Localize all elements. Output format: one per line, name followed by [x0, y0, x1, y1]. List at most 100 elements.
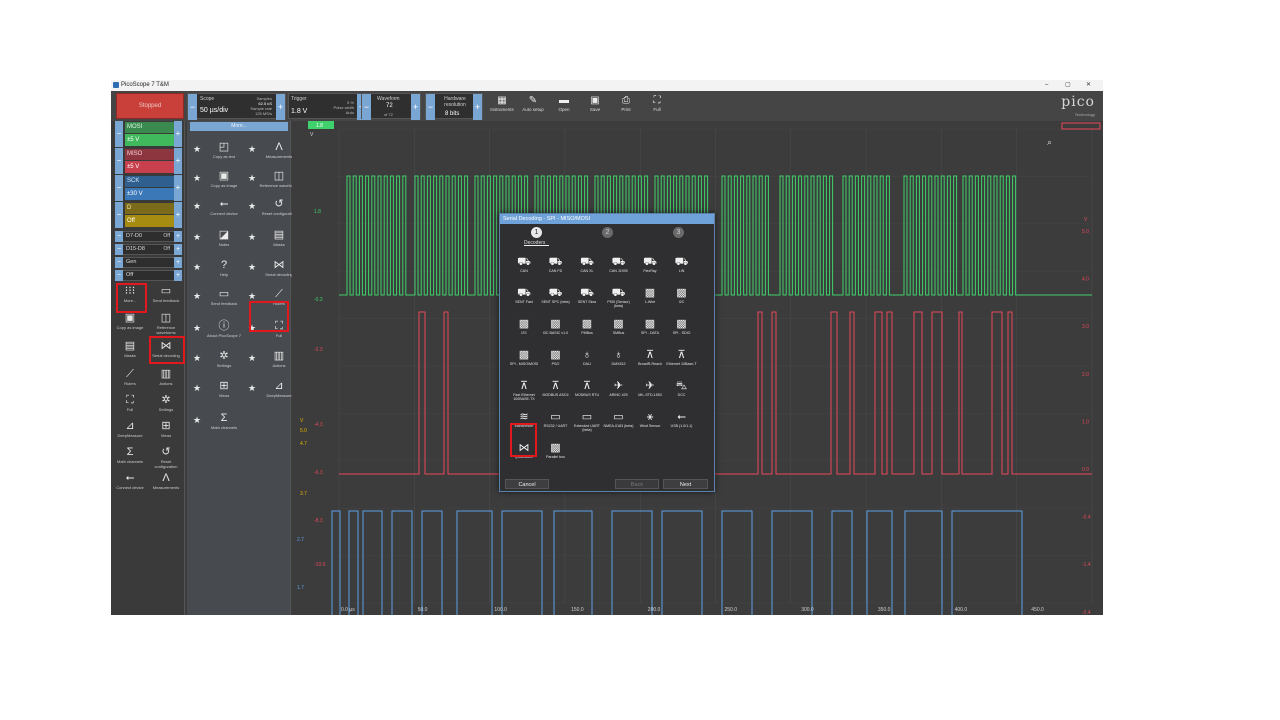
open-button[interactable]: ▬ Open	[549, 95, 579, 112]
reference-waveforms-button[interactable]: ◫ Reference waveforms	[149, 311, 183, 335]
views-button[interactable]: ⊞ Views	[149, 419, 183, 438]
decoder-usb-1-0-1-1-[interactable]: ⭠ USB (1.0/1.1)	[666, 410, 698, 428]
decoder-ethernet-10base-t[interactable]: ⊼ Ethernet 10Base-T	[666, 348, 698, 366]
favorite-star-icon[interactable]: ★	[248, 173, 256, 184]
more-item-help[interactable]: ? Help	[204, 258, 244, 277]
decoder-pmbus[interactable]: ▩ PMBus	[571, 317, 603, 335]
decoder-can[interactable]: ⛟ CAN	[508, 255, 540, 273]
waveform-plus-button[interactable]: +	[411, 94, 420, 120]
decoder-modbus-rtu[interactable]: ⊼ MODBUS RTU	[571, 379, 603, 397]
decoder-smbus[interactable]: ▩ SMBus	[603, 317, 635, 335]
decoder-broadr-reach[interactable]: ⊼ BroadR-Reach	[634, 348, 666, 366]
generator-state-row[interactable]: − Off +	[115, 270, 182, 281]
favorite-star-icon[interactable]: ★	[193, 232, 201, 243]
rulers-button[interactable]: ⟋ Rulers	[113, 367, 147, 386]
favorite-star-icon[interactable]: ★	[193, 291, 201, 302]
decoder-i2c[interactable]: ▩ I2C	[666, 286, 698, 304]
channel-miso-range[interactable]: ±5 V	[125, 161, 174, 173]
resolution-control[interactable]: − Hardware resolution 8 bits +	[425, 93, 483, 120]
run-stop-button[interactable]: Stopped	[116, 93, 184, 119]
decoder-flexray[interactable]: ⛟ FlexRay	[634, 255, 666, 273]
more-item-connect-device[interactable]: ⭠ Connect device	[204, 197, 244, 216]
waveform-minus-button[interactable]: −	[362, 94, 371, 120]
channel-sck-minus[interactable]: −	[115, 175, 123, 201]
channel-mosi[interactable]: − MOSI ±5 V +	[115, 121, 182, 147]
connect-device-button[interactable]: ⭠ Connect device	[113, 471, 147, 490]
favorite-star-icon[interactable]: ★	[248, 232, 256, 243]
decoder-rs232-uart[interactable]: ▭ RS232 / UART	[540, 410, 572, 428]
favorite-star-icon[interactable]: ★	[193, 262, 201, 273]
more-item-math-channels[interactable]: Σ Math channels	[204, 411, 244, 430]
decoder-psi5-sensor-beta-[interactable]: ⛟ PSI5 (Sensor) (beta)	[603, 286, 635, 308]
channel-d-plus[interactable]: +	[174, 202, 182, 228]
instruments-button[interactable]: ▦ Instruments	[487, 95, 517, 112]
measurements-button[interactable]: Λ Measurements	[149, 471, 183, 490]
digital-d7-d0[interactable]: − D7-D0 Off +	[115, 231, 182, 242]
decoder-dali[interactable]: ♁ DALI	[571, 348, 603, 366]
channel-sck-range[interactable]: ±30 V	[125, 188, 174, 200]
auto-setup-button[interactable]: ✎ Auto setup	[518, 95, 548, 112]
decoder-i3c-basic-v1-0[interactable]: ▩ I3C BASIC v1.0	[540, 317, 572, 335]
favorite-star-icon[interactable]: ★	[248, 383, 256, 394]
more-item-send-feedback[interactable]: ▭ Send feedback	[204, 287, 244, 306]
decoder-dcc[interactable]: ⛍ DCC	[666, 379, 698, 397]
waveform-control[interactable]: − Waveform 72 of 72 +	[361, 93, 421, 120]
channel-miso-name[interactable]: MISO	[125, 149, 174, 160]
full-button[interactable]: ⛶ Full	[642, 95, 672, 112]
decoder-ps-2[interactable]: ▩ PS/2	[540, 348, 572, 366]
decoder-1-wire[interactable]: ▩ 1-Wire	[634, 286, 666, 304]
decoder-nmea-0183-beta-[interactable]: ▭ NMEA-0183 (beta)	[603, 410, 635, 428]
timebase-plus-button[interactable]: +	[276, 94, 285, 120]
decoder-sent-spc-beta-[interactable]: ⛟ SENT SPC (beta)	[540, 286, 572, 304]
decoder-lin[interactable]: ⛟ LIN	[666, 255, 698, 273]
deepmeasure-button[interactable]: ⊿ DeepMeasure	[113, 419, 147, 438]
actions-button[interactable]: ▥ Actions	[149, 367, 183, 386]
favorite-star-icon[interactable]: ★	[248, 262, 256, 273]
favorite-star-icon[interactable]: ★	[193, 383, 201, 394]
favorite-star-icon[interactable]: ★	[248, 144, 256, 155]
next-button[interactable]: Next	[663, 479, 708, 489]
channel-mosi-range[interactable]: ±5 V	[125, 134, 174, 146]
decoder-wind-sensor[interactable]: ⚹ Wind Sensor	[634, 410, 666, 428]
decoder-fast-ethernet-100base-tx[interactable]: ⊼ Fast Ethernet 100BASE-TX	[508, 379, 540, 401]
more-item-copy-as-image[interactable]: ▣ Copy as image	[204, 169, 244, 188]
more-item-views[interactable]: ⊞ Views	[204, 379, 244, 398]
generator-row[interactable]: − Gen +	[115, 257, 182, 268]
channel-sck-name[interactable]: SCK	[125, 176, 174, 187]
decoder-parallel-bus[interactable]: ▩ Parallel bus	[540, 441, 572, 459]
decoder-sent-fast[interactable]: ⛟ SENT Fast	[508, 286, 540, 304]
back-button[interactable]: Back	[615, 479, 659, 489]
math-channels-button[interactable]: Σ Math channels	[113, 445, 147, 464]
decoder-spi-miso-mosi[interactable]: ▩ SPI - MISO/MOSI	[508, 348, 540, 366]
favorite-star-icon[interactable]: ★	[193, 144, 201, 155]
decoder-spi-data[interactable]: ▩ SPI - DATA	[634, 317, 666, 335]
reset-configuration-button[interactable]: ↺ Reset configuration	[149, 445, 183, 469]
copy-image-button[interactable]: ▣ Copy as image	[113, 311, 147, 330]
channel-d[interactable]: − D Off +	[115, 202, 182, 228]
favorite-star-icon[interactable]: ★	[193, 353, 201, 364]
more-item-notes[interactable]: ◪ Notes	[204, 228, 244, 247]
decoder-dmx512[interactable]: ♁ DMX512	[603, 348, 635, 366]
channel-mosi-plus[interactable]: +	[174, 121, 182, 147]
minimize-button[interactable]: –	[1045, 80, 1048, 91]
decoder-can-fd[interactable]: ⛟ CAN FD	[540, 255, 572, 273]
decoder-i2s[interactable]: ▩ I2S	[508, 317, 540, 335]
favorite-star-icon[interactable]: ★	[248, 201, 256, 212]
decoder-spi-sdio[interactable]: ▩ SPI - SDIO	[666, 317, 698, 335]
decoder-sent-slow[interactable]: ⛟ SENT Slow	[571, 286, 603, 304]
more-item-copy-as-text[interactable]: ◰ Copy as text	[204, 140, 244, 159]
favorite-star-icon[interactable]: ★	[193, 173, 201, 184]
more-item-settings[interactable]: ✲ Settings	[204, 349, 244, 368]
channel-miso-plus[interactable]: +	[174, 148, 182, 174]
favorite-star-icon[interactable]: ★	[193, 415, 201, 426]
timebase-control[interactable]: − Scope 50 µs/div Samples 62.5 kS Sample…	[187, 93, 286, 120]
channel-mosi-name[interactable]: MOSI	[125, 122, 174, 133]
favorite-star-icon[interactable]: ★	[248, 353, 256, 364]
decoder-modbus-ascii[interactable]: ⊼ MODBUS ASCII	[540, 379, 572, 397]
settings-button[interactable]: ✲ Settings	[149, 393, 183, 412]
resolution-plus-button[interactable]: +	[473, 94, 482, 120]
favorite-star-icon[interactable]: ★	[193, 201, 201, 212]
masks-button[interactable]: ▤ Masks	[113, 339, 147, 358]
trigger-control[interactable]: Trigger 1.8 V 5 % Pulse width Auto +	[288, 93, 367, 120]
send-feedback-button[interactable]: ▭ Send feedback	[149, 284, 183, 303]
